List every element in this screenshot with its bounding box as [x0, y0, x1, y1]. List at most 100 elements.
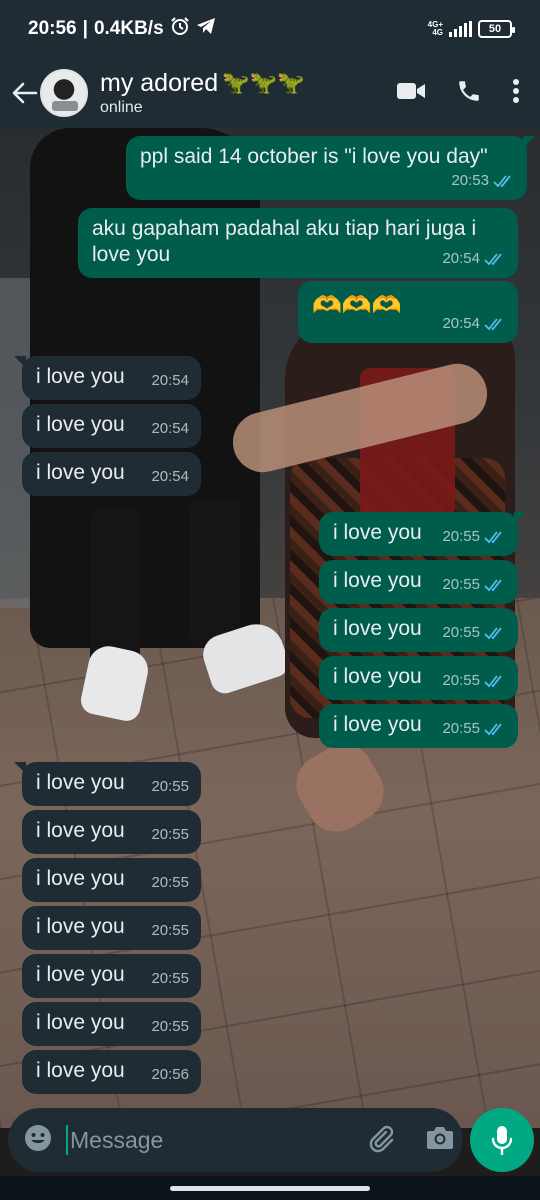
message-composer	[8, 1108, 463, 1172]
message-bubble-outgoing[interactable]: i love you 20:55	[319, 704, 518, 748]
message-time: 20:54	[151, 372, 189, 389]
message-input[interactable]	[66, 1125, 366, 1155]
contact-name: my adored	[100, 69, 219, 97]
message-time: 20:55	[442, 720, 480, 737]
message-text: ppl said 14 october is "i love you day"	[140, 145, 488, 168]
message-text: i love you	[36, 1011, 125, 1034]
double-check-icon	[484, 675, 502, 688]
signal-icon	[449, 21, 472, 37]
avatar[interactable]	[40, 69, 88, 117]
dinosaur-emoji-icon: 🦖	[222, 70, 250, 95]
message-time: 20:54	[442, 250, 480, 267]
message-bubble-incoming[interactable]: i love you 20:55	[14, 762, 201, 806]
message-time: 20:55	[151, 778, 189, 795]
attach-button[interactable]	[366, 1123, 396, 1158]
network-type: 4G+ 4G	[427, 20, 443, 37]
contact-info[interactable]: my adored 🦖 🦖 🦖 online	[100, 69, 396, 117]
more-options-button[interactable]	[512, 78, 520, 109]
message-bubble-outgoing[interactable]: aku gapaham padahal aku tiap hari juga i…	[78, 208, 518, 278]
message-time: 20:55	[151, 874, 189, 891]
double-check-icon	[484, 627, 502, 640]
message-time: 20:54	[151, 420, 189, 437]
message-time: 20:54	[442, 315, 480, 332]
message-bubble-incoming[interactable]: i love you 20:54	[22, 452, 201, 496]
message-text: i love you	[333, 617, 422, 640]
message-text: i love you	[36, 413, 125, 436]
message-bubble-outgoing[interactable]: i love you 20:55	[319, 560, 518, 604]
message-bubble-incoming[interactable]: i love you 20:55	[22, 810, 201, 854]
phone-icon	[459, 80, 479, 101]
message-time: 20:53	[451, 172, 489, 189]
double-check-icon	[484, 253, 502, 266]
message-bubble-incoming[interactable]: i love you 20:54	[22, 404, 201, 448]
double-check-icon	[484, 531, 502, 544]
camera-button[interactable]	[426, 1125, 454, 1156]
video-camera-icon	[397, 82, 425, 99]
message-text: i love you	[36, 867, 125, 890]
message-time: 20:54	[151, 468, 189, 485]
emoji-button[interactable]	[24, 1124, 52, 1157]
message-time: 20:56	[151, 1066, 189, 1083]
video-call-button[interactable]	[396, 80, 426, 107]
message-time: 20:55	[442, 624, 480, 641]
message-text: i love you	[333, 713, 422, 736]
message-bubble-incoming[interactable]: i love you 20:55	[22, 954, 201, 998]
message-text: i love you	[36, 1059, 125, 1082]
message-list[interactable]: ppl said 14 october is "i love you day" …	[0, 128, 540, 1108]
status-separator: |	[82, 18, 88, 39]
status-speed: 0.4KB/s	[93, 18, 164, 39]
dinosaur-emoji-icon: 🦖	[276, 70, 305, 95]
message-text: i love you	[333, 569, 422, 592]
dinosaur-emoji-icon: 🦖	[249, 70, 277, 95]
battery-icon: 50	[478, 20, 515, 38]
status-bar: 20:56 | 0.4KB/s 4G+ 4G 50	[0, 0, 540, 58]
message-text: i love you	[36, 963, 125, 986]
status-time: 20:56	[28, 18, 77, 39]
message-time: 20:55	[151, 970, 189, 987]
double-check-icon	[484, 318, 502, 331]
battery-level: 50	[488, 23, 502, 35]
contact-status: online	[100, 99, 143, 116]
message-text: aku gapaham padahal aku tiap hari juga i…	[92, 217, 477, 266]
alarm-icon	[170, 16, 190, 42]
message-bubble-incoming[interactable]: i love you 20:56	[22, 1050, 201, 1094]
name-emojis: 🦖 🦖 🦖	[222, 69, 304, 97]
message-time: 20:55	[151, 922, 189, 939]
message-bubble-outgoing[interactable]: ppl said 14 october is "i love you day" …	[126, 136, 535, 200]
microphone-icon	[491, 1126, 513, 1155]
message-time: 20:55	[442, 576, 480, 593]
camera-icon	[427, 1126, 453, 1149]
double-check-icon	[484, 579, 502, 592]
message-text: i love you	[36, 365, 125, 388]
double-check-icon	[493, 175, 511, 188]
more-vertical-icon	[513, 78, 519, 103]
message-bubble-outgoing[interactable]: i love you 20:55	[319, 512, 526, 556]
message-text: i love you	[36, 771, 125, 794]
message-text: i love you	[333, 521, 422, 544]
message-text: 🫶🫶🫶	[312, 292, 402, 319]
message-bubble-outgoing[interactable]: i love you 20:55	[319, 656, 518, 700]
message-bubble-incoming[interactable]: i love you 20:54	[14, 356, 201, 400]
message-time: 20:55	[442, 528, 480, 545]
voice-message-button[interactable]	[470, 1108, 534, 1172]
telegram-icon	[196, 17, 216, 41]
message-text: i love you	[333, 665, 422, 688]
message-bubble-incoming[interactable]: i love you 20:55	[22, 1002, 201, 1046]
message-time: 20:55	[151, 1018, 189, 1035]
message-bubble-incoming[interactable]: i love you 20:55	[22, 906, 201, 950]
voice-call-button[interactable]	[456, 78, 482, 109]
message-bubble-outgoing[interactable]: 🫶🫶🫶 20:54	[298, 281, 518, 343]
chat-header: my adored 🦖 🦖 🦖 online	[0, 58, 540, 128]
back-button[interactable]	[10, 73, 40, 113]
emoji-icon	[25, 1124, 51, 1151]
message-time: 20:55	[151, 826, 189, 843]
message-text: i love you	[36, 819, 125, 842]
arrow-left-icon	[12, 82, 38, 104]
message-bubble-outgoing[interactable]: i love you 20:55	[319, 608, 518, 652]
home-gesture-pill[interactable]	[170, 1186, 370, 1191]
message-bubble-incoming[interactable]: i love you 20:55	[22, 858, 201, 902]
message-text: i love you	[36, 461, 125, 484]
double-check-icon	[484, 723, 502, 736]
message-text: i love you	[36, 915, 125, 938]
message-time: 20:55	[442, 672, 480, 689]
